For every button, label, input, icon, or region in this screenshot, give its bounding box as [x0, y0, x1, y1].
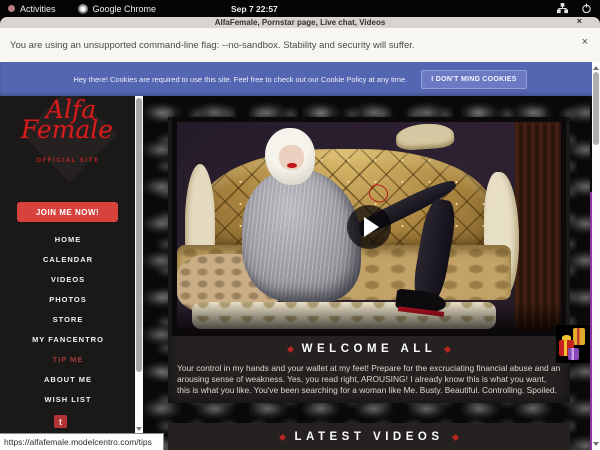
- app-menu-label: Google Chrome: [93, 4, 157, 14]
- gifts-widget[interactable]: [556, 325, 590, 363]
- recording-indicator-icon: [8, 5, 15, 12]
- join-me-now-button[interactable]: JOIN ME NOW!: [17, 202, 118, 222]
- page-content: Alfa Female OFFICIAL SITE JOIN ME NOW! H…: [0, 96, 600, 450]
- diamond-bullet-icon: [451, 433, 458, 440]
- official-site-tagline: OFFICIAL SITE: [0, 158, 136, 164]
- main-content: WELCOME ALL Your control in my hands and…: [143, 96, 590, 450]
- video-player[interactable]: [172, 117, 566, 336]
- sidebar: Alfa Female OFFICIAL SITE JOIN ME NOW! H…: [0, 96, 136, 450]
- welcome-panel: WELCOME ALL Your control in my hands and…: [168, 117, 570, 403]
- couch-crest-carving: [395, 122, 454, 151]
- gift-box-icon: [568, 348, 579, 360]
- system-tray: [557, 0, 592, 17]
- site-logo[interactable]: Alfa Female: [0, 97, 136, 137]
- curtain-backdrop: [515, 122, 561, 331]
- sidebar-scrollbar[interactable]: [135, 96, 143, 450]
- sidebar-item-about-me[interactable]: ABOUT ME: [0, 370, 136, 390]
- network-icon[interactable]: [557, 3, 568, 14]
- diamond-bullet-icon: [287, 345, 294, 352]
- chrome-infobar: You are using an unsupported command-lin…: [0, 28, 600, 62]
- play-icon: [364, 217, 379, 237]
- infobar-message: You are using an unsupported command-lin…: [10, 40, 415, 51]
- page-scrollbar[interactable]: [592, 62, 600, 450]
- scrollbar-down-icon[interactable]: [593, 442, 599, 446]
- gift-box-icon: [573, 328, 585, 345]
- logo-line2: Female: [0, 123, 136, 137]
- sidebar-item-videos[interactable]: VIDEOS: [0, 269, 136, 289]
- screen: Activities Google Chrome Sep 7 22:57 Alf…: [0, 0, 600, 450]
- sidebar-item-calendar[interactable]: CALENDAR: [0, 249, 136, 269]
- latest-videos-panel: LATEST VIDEOS: [168, 423, 570, 450]
- sidebar-item-store[interactable]: STORE: [0, 309, 136, 329]
- latest-videos-heading-text: LATEST VIDEOS: [294, 431, 443, 443]
- window-title-bar: AlfaFemale, Pornstar page, Live chat, Vi…: [0, 17, 600, 28]
- cookie-message: Hey there! Cookies are required to use t…: [73, 75, 407, 84]
- social-link-icon[interactable]: t: [54, 415, 67, 428]
- activities-button[interactable]: Activities: [8, 4, 56, 14]
- model-lips: [287, 163, 297, 168]
- status-url: https://alfafemale.modelcentro.com/tips: [4, 437, 152, 447]
- activities-label: Activities: [20, 4, 56, 14]
- sidebar-item-tip-me[interactable]: TIP ME: [0, 350, 136, 370]
- sidebar-item-photos[interactable]: PHOTOS: [0, 289, 136, 309]
- latest-videos-heading: LATEST VIDEOS: [168, 431, 570, 443]
- clock[interactable]: Sep 7 22:57: [231, 0, 278, 17]
- sidebar-item-home[interactable]: HOME: [0, 229, 136, 249]
- cookie-consent-bar: Hey there! Cookies are required to use t…: [0, 62, 600, 96]
- window-title: AlfaFemale, Pornstar page, Live chat, Vi…: [215, 18, 386, 27]
- sidebar-scrollbar-thumb[interactable]: [136, 98, 142, 372]
- gnome-top-bar: Activities Google Chrome Sep 7 22:57: [0, 0, 600, 17]
- chrome-icon: [78, 4, 88, 14]
- welcome-heading: WELCOME ALL: [168, 343, 570, 355]
- welcome-paragraph: Your control in my hands and your wallet…: [177, 363, 561, 395]
- infobar-close-button[interactable]: ×: [582, 36, 588, 48]
- diamond-bullet-icon: [279, 433, 286, 440]
- play-button[interactable]: [347, 205, 391, 249]
- power-icon[interactable]: [581, 3, 592, 14]
- sidebar-item-wish-list[interactable]: WISH LIST: [0, 390, 136, 410]
- app-menu-button[interactable]: Google Chrome: [78, 4, 157, 14]
- cookie-accept-button[interactable]: I DON'T MIND COOKIES: [421, 70, 526, 89]
- scrollbar-up-icon[interactable]: [593, 66, 599, 70]
- sidebar-scrollbar-down-icon[interactable]: [136, 427, 142, 431]
- diamond-bullet-icon: [444, 345, 451, 352]
- status-url-bubble: https://alfafemale.modelcentro.com/tips: [0, 433, 164, 450]
- sidebar-nav: HOME CALENDAR VIDEOS PHOTOS STORE MY FAN…: [0, 229, 136, 410]
- welcome-heading-text: WELCOME ALL: [302, 343, 437, 355]
- window-close-button[interactable]: ×: [577, 16, 582, 26]
- sidebar-item-my-fancentro[interactable]: MY FANCENTRO: [0, 329, 136, 349]
- video-thumbnail: [177, 122, 561, 331]
- floor-shadow: [177, 302, 561, 331]
- scrollbar-thumb[interactable]: [593, 72, 599, 145]
